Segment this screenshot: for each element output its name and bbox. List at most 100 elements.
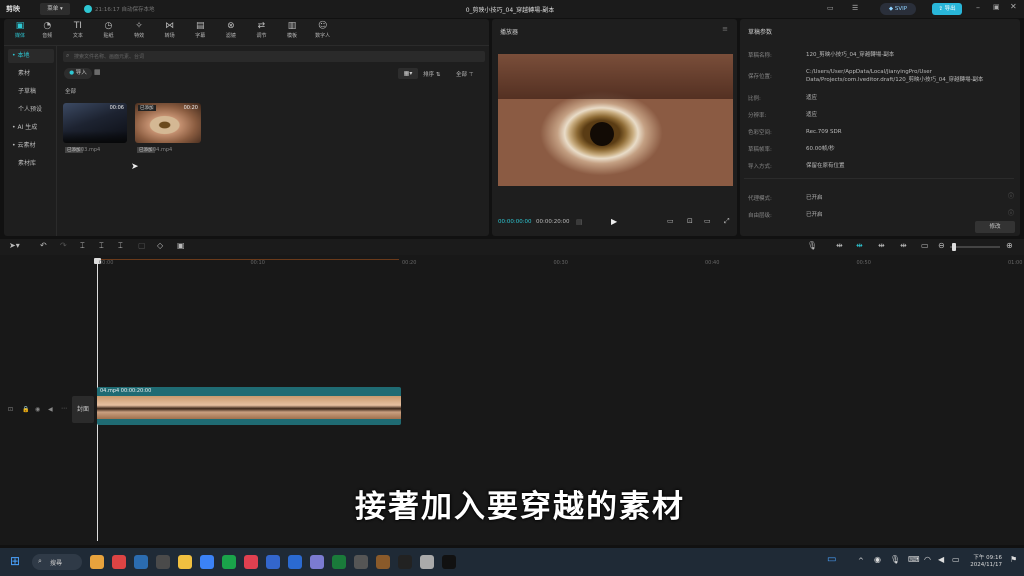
video-preview[interactable] xyxy=(498,54,733,186)
xbox-icon[interactable] xyxy=(310,555,324,569)
tool-tab[interactable]: TI 文本 xyxy=(63,21,94,39)
tool-tab[interactable]: ☺ 数字人 xyxy=(307,21,338,39)
crop-icon[interactable]: ⊡ xyxy=(687,217,693,225)
view-toggle-button[interactable]: ▦▾ xyxy=(398,68,418,79)
info-icon[interactable]: ⓘ xyxy=(1008,191,1014,200)
tool-tab[interactable]: ⇄ 调节 xyxy=(246,21,277,39)
tray-app-icon[interactable]: ◉ xyxy=(874,555,881,564)
tool-tab[interactable]: ✧ 特效 xyxy=(124,21,155,39)
zoom-out-icon[interactable]: ⊖ xyxy=(938,241,945,250)
calculator-icon[interactable] xyxy=(134,555,148,569)
capcut-active-icon[interactable] xyxy=(442,555,456,569)
clock-time[interactable]: 下午 09:16 xyxy=(966,553,1002,561)
cover-button[interactable]: 封面 xyxy=(72,396,94,423)
sidebar-item[interactable]: 个人预设 xyxy=(8,103,54,117)
office-icon[interactable] xyxy=(112,555,126,569)
maximize-icon[interactable]: ▣ xyxy=(993,3,1000,11)
play-icon[interactable]: ▶ xyxy=(611,217,617,226)
original-size-icon[interactable]: ▭ xyxy=(667,217,674,225)
close-icon[interactable]: ✕ xyxy=(1010,2,1017,11)
windows-start-icon[interactable]: ⊞ xyxy=(10,554,20,568)
link-icon[interactable]: ⇹ xyxy=(836,241,843,250)
tool-tab[interactable]: ▤ 字幕 xyxy=(185,21,216,39)
settings-icon[interactable] xyxy=(420,555,434,569)
vip-badge[interactable]: ◆ SVIP xyxy=(880,3,916,15)
sidebar-item[interactable]: 素材 xyxy=(8,67,54,81)
files-icon[interactable] xyxy=(156,555,170,569)
taskbar-search[interactable]: ⌕ 搜尋 xyxy=(32,554,82,570)
word-icon[interactable] xyxy=(332,555,346,569)
store-icon[interactable] xyxy=(288,555,302,569)
sidebar-item[interactable]: 素材库 xyxy=(8,157,54,171)
excel-icon[interactable] xyxy=(354,555,368,569)
magnet-icon[interactable]: ⇹ xyxy=(856,241,863,250)
settings-icon[interactable]: ☰ xyxy=(852,4,858,12)
zoom-slider[interactable] xyxy=(950,243,1000,251)
caption-icon[interactable]: ▭ xyxy=(921,241,929,250)
microphone-icon[interactable]: 🎙 xyxy=(807,241,817,250)
export-button[interactable]: ⇪ 导出 xyxy=(932,3,962,15)
select-tool-icon[interactable]: ➤▾ xyxy=(9,241,20,250)
minimize-icon[interactable]: – xyxy=(976,3,980,12)
menu-button[interactable]: 菜单 ▾ xyxy=(40,3,70,15)
widget-icon[interactable]: ▭ xyxy=(827,554,836,565)
track-lock-icon[interactable]: ⊡ xyxy=(8,406,13,413)
tool-tab[interactable]: ◷ 贴纸 xyxy=(93,21,124,39)
more-icon[interactable]: ⋯ xyxy=(61,405,67,412)
lock-icon[interactable]: 🔒 xyxy=(22,406,29,413)
capcut-icon[interactable] xyxy=(376,555,390,569)
sidebar-item[interactable]: • 本地 xyxy=(8,49,54,63)
tray-chevron-icon[interactable]: ^ xyxy=(858,557,864,565)
wifi-icon[interactable]: ◠ xyxy=(924,555,931,564)
shield-icon[interactable]: ◇ xyxy=(157,241,163,250)
audio-icon[interactable]: ◀ xyxy=(48,406,53,413)
redo-icon[interactable]: ↷ xyxy=(60,241,67,250)
tool-tab[interactable]: ◔ 音频 xyxy=(32,21,63,39)
sidebar-item[interactable]: • 云素材 xyxy=(8,139,54,153)
delete-icon[interactable]: ▢ xyxy=(138,241,146,250)
split-icon[interactable]: ⌶ xyxy=(80,241,85,251)
split-right-icon[interactable]: ⌶ xyxy=(118,241,123,251)
sort-button[interactable]: 排序 ⇅ xyxy=(423,70,440,78)
photo-icon[interactable] xyxy=(266,555,280,569)
keyboard-icon[interactable]: ⌨ xyxy=(908,555,920,564)
media-thumbnail[interactable]: 已添加 00:20 xyxy=(135,103,201,143)
fullscreen-icon[interactable]: ⤢ xyxy=(724,217,730,226)
video-clip[interactable]: 04.mp4 00:00:20:00 xyxy=(97,387,401,425)
tool-tab[interactable]: ▥ 模板 xyxy=(277,21,308,39)
info-icon[interactable]: ⓘ xyxy=(1008,208,1014,217)
eye-icon[interactable]: ◉ xyxy=(35,406,40,413)
search-input[interactable]: ⌕ 搜索文件名称、画面元素、台词 xyxy=(63,51,485,62)
tool-tab[interactable]: ⊗ 滤镜 xyxy=(216,21,247,39)
tool-tab[interactable]: ⋈ 转场 xyxy=(154,21,185,39)
undo-icon[interactable]: ↶ xyxy=(40,241,47,250)
import-button[interactable]: ● 导入 xyxy=(64,68,92,79)
volume-icon[interactable]: ◀ xyxy=(938,555,944,564)
screenshot-icon[interactable]: ▣ xyxy=(177,241,185,250)
preview-axis-icon[interactable]: ⇹ xyxy=(900,241,907,250)
edge-icon[interactable] xyxy=(200,555,214,569)
folder-icon[interactable] xyxy=(178,555,192,569)
zoom-in-icon[interactable]: ⊕ xyxy=(1006,241,1013,250)
player-menu-icon[interactable]: ≡ xyxy=(722,25,728,33)
clock-date[interactable]: 2024/11/17 xyxy=(966,562,1002,568)
filter-button[interactable]: 全部 ⊤ xyxy=(456,70,474,78)
battery-icon[interactable]: ▭ xyxy=(952,555,960,564)
copilot-icon[interactable] xyxy=(90,555,104,569)
ratio-icon[interactable]: ▭ xyxy=(704,217,711,225)
media-thumbnail[interactable]: 00:06 xyxy=(63,103,127,143)
grid-view-icon[interactable]: ▦ xyxy=(94,68,101,76)
chrome-icon[interactable] xyxy=(222,555,236,569)
timecode-icon[interactable]: ▤ xyxy=(576,218,583,226)
snap-icon[interactable]: ⇹ xyxy=(878,241,885,250)
tiktok-icon[interactable] xyxy=(398,555,412,569)
mic-tray-icon[interactable]: 🎙 xyxy=(890,555,900,564)
line-icon[interactable] xyxy=(244,555,258,569)
notification-icon[interactable]: ⚑ xyxy=(1010,555,1017,564)
zoom-slider-handle[interactable] xyxy=(952,243,956,251)
tool-tab[interactable]: ▣ 媒体 xyxy=(8,21,32,39)
edit-button[interactable]: 修改 xyxy=(975,221,1015,233)
sidebar-item[interactable]: • AI 生成 xyxy=(8,121,54,135)
layout-icon[interactable]: ▭ xyxy=(827,4,834,12)
sidebar-item[interactable]: 子草稿 xyxy=(8,85,54,99)
